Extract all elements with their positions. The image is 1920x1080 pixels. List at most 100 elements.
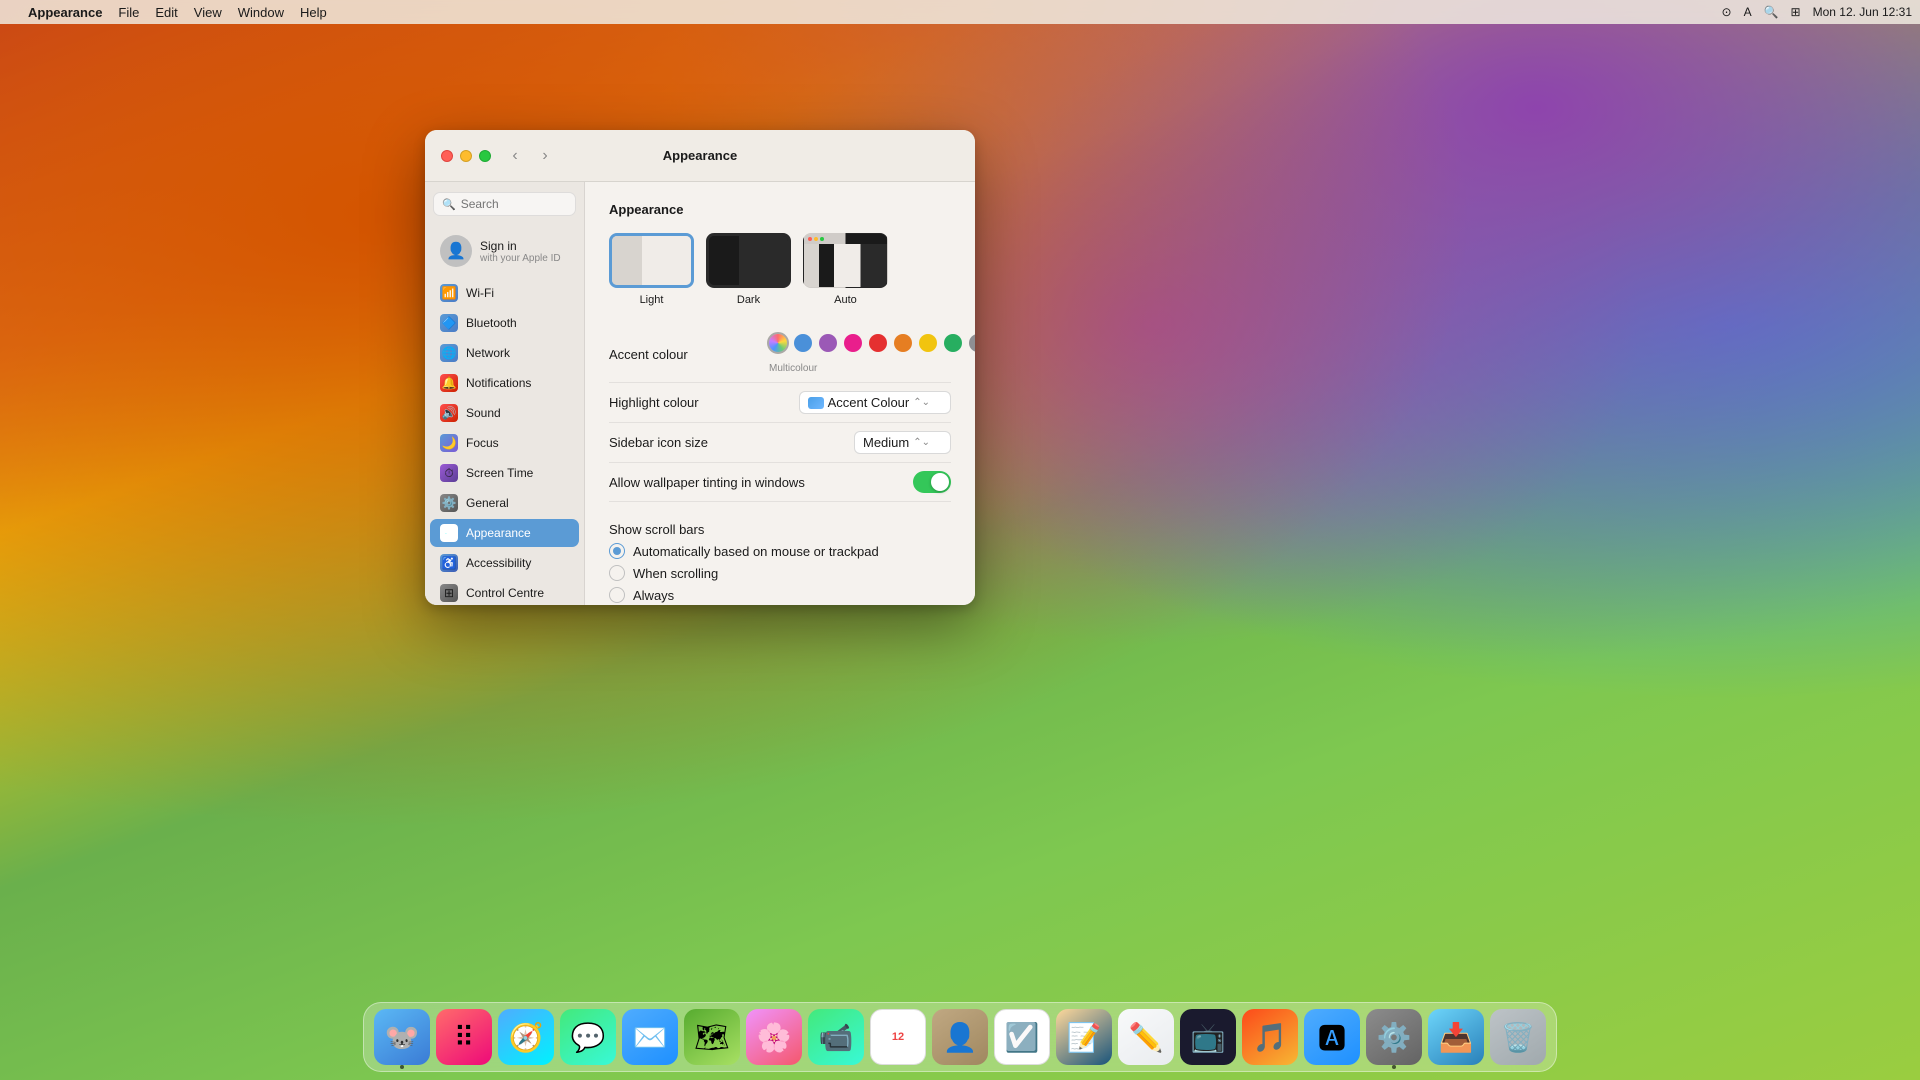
systemsettings-icon: ⚙️ <box>1377 1021 1412 1054</box>
sidebar-item-appearance[interactable]: 🎨 Appearance <box>430 519 579 547</box>
accent-green[interactable] <box>944 334 962 352</box>
menubar-file[interactable]: File <box>118 5 139 20</box>
sidebar-label-sound: Sound <box>466 406 501 420</box>
menubar-focus-icon[interactable]: ⊙ <box>1722 5 1732 19</box>
appearance-card-light[interactable]: Light <box>609 233 694 306</box>
trash-icon: 🗑️ <box>1501 1021 1536 1054</box>
color-dots <box>769 334 975 352</box>
highlight-colour-select[interactable]: Accent Colour ⌃⌄ <box>799 391 951 414</box>
menubar-app-name[interactable]: Appearance <box>28 5 102 20</box>
preview-dot-green-auto <box>820 237 824 241</box>
highlight-arrows: ⌃⌄ <box>913 397 930 408</box>
scroll-always-option[interactable]: Always <box>609 587 951 603</box>
sidebar-item-screentime[interactable]: ⏱ Screen Time <box>430 459 579 487</box>
dock-item-appletv[interactable]: 📺 <box>1180 1009 1236 1065</box>
sound-icon: 🔊 <box>440 404 458 422</box>
menubar-controlcenter-icon[interactable]: ⊞ <box>1791 5 1801 19</box>
size-arrows: ⌃⌄ <box>913 437 930 448</box>
preview-sidebar-dark <box>709 236 739 285</box>
dock-item-appstore[interactable]: 🅰 <box>1304 1009 1360 1065</box>
appearance-label-dark: Dark <box>737 294 760 306</box>
accent-pink[interactable] <box>844 334 862 352</box>
dock-item-freeform[interactable]: ✏️ <box>1118 1009 1174 1065</box>
dock-item-facetime[interactable]: 📹 <box>808 1009 864 1065</box>
appearance-settings: Appearance <box>585 182 975 605</box>
window-title: Appearance <box>663 148 737 163</box>
minimize-button[interactable] <box>460 150 472 162</box>
sidebar-item-controlcentre[interactable]: ⊞ Control Centre <box>430 579 579 605</box>
dock-item-finder[interactable]: 🐭 <box>374 1009 430 1065</box>
search-input[interactable] <box>461 197 567 211</box>
sidebar-label-focus: Focus <box>466 436 499 450</box>
search-box[interactable]: 🔍 <box>433 192 576 216</box>
sidebar-profile[interactable]: 👤 Sign in with your Apple ID <box>430 227 579 275</box>
wifi-icon: 📶 <box>440 284 458 302</box>
accent-orange[interactable] <box>894 334 912 352</box>
systemsettings-dot <box>1392 1065 1396 1069</box>
menubar-search-icon[interactable]: 🔍 <box>1764 5 1779 19</box>
airdrop-icon: 📥 <box>1439 1021 1474 1054</box>
dock-item-reminders[interactable]: ☑️ <box>994 1009 1050 1065</box>
menubar-left: Appearance File Edit View Window Help <box>8 5 327 20</box>
dock-item-music[interactable]: 🎵 <box>1242 1009 1298 1065</box>
dock-item-airdrop[interactable]: 📥 <box>1428 1009 1484 1065</box>
highlight-colour-row: Highlight colour Accent Colour ⌃⌄ <box>609 383 951 423</box>
dock-item-safari[interactable]: 🧭 <box>498 1009 554 1065</box>
close-button[interactable] <box>441 150 453 162</box>
accent-yellow[interactable] <box>919 334 937 352</box>
sidebar-item-bluetooth[interactable]: 🔷 Bluetooth <box>430 309 579 337</box>
wallpaper-tinting-toggle[interactable] <box>913 471 951 493</box>
dock-item-trash[interactable]: 🗑️ <box>1490 1009 1546 1065</box>
dock-item-notes[interactable]: 📝 <box>1056 1009 1112 1065</box>
facetime-icon: 📹 <box>819 1021 854 1054</box>
forward-button[interactable]: › <box>533 144 557 168</box>
sidebar-item-wifi[interactable]: 📶 Wi-Fi <box>430 279 579 307</box>
dock-item-mail[interactable]: ✉️ <box>622 1009 678 1065</box>
wallpaper-tinting-label: Allow wallpaper tinting in windows <box>609 475 805 490</box>
titlebar-nav: ‹ › <box>503 144 557 168</box>
appearance-card-dark[interactable]: Dark <box>706 233 791 306</box>
dock-item-messages[interactable]: 💬 <box>560 1009 616 1065</box>
menubar-edit[interactable]: Edit <box>155 5 177 20</box>
sidebar-item-notifications[interactable]: 🔔 Notifications <box>430 369 579 397</box>
scroll-bars-options: Automatically based on mouse or trackpad… <box>609 543 951 603</box>
sidebar-icon-size-select[interactable]: Medium ⌃⌄ <box>854 431 951 454</box>
sidebar-item-sound[interactable]: 🔊 Sound <box>430 399 579 427</box>
dock-item-contacts[interactable]: 👤 <box>932 1009 988 1065</box>
accent-colour-row: Accent colour Multicolour <box>609 326 951 383</box>
accent-red[interactable] <box>869 334 887 352</box>
back-button[interactable]: ‹ <box>503 144 527 168</box>
preview-sidebar-light <box>612 236 642 285</box>
menubar-datetime: Mon 12. Jun 12:31 <box>1813 5 1912 19</box>
scroll-bars-header: Show scroll bars <box>609 522 951 537</box>
appearance-card-auto[interactable]: Auto <box>803 233 888 306</box>
accent-blue[interactable] <box>794 334 812 352</box>
menubar-window[interactable]: Window <box>238 5 284 20</box>
maximize-button[interactable] <box>479 150 491 162</box>
dock-item-photos[interactable]: 🌸 <box>746 1009 802 1065</box>
dock-item-calendar[interactable]: 12 <box>870 1009 926 1065</box>
menubar-input-icon[interactable]: A <box>1744 5 1752 19</box>
titlebar: ‹ › Appearance <box>425 130 975 182</box>
wallpaper-tinting-control <box>913 471 951 493</box>
scroll-scrolling-option[interactable]: When scrolling <box>609 565 951 581</box>
menubar-view[interactable]: View <box>194 5 222 20</box>
scroll-auto-option[interactable]: Automatically based on mouse or trackpad <box>609 543 951 559</box>
sidebar-item-general[interactable]: ⚙️ General <box>430 489 579 517</box>
preview-main-auto <box>834 244 887 287</box>
sidebar-item-network[interactable]: 🌐 Network <box>430 339 579 367</box>
dock-item-launchpad[interactable]: ⠿ <box>436 1009 492 1065</box>
dock: 🐭 ⠿ 🧭 💬 ✉️ 🗺 🌸 📹 12 👤 ☑️ 📝 ✏️ 📺 🎵 � <box>363 1002 1557 1072</box>
contacts-icon: 👤 <box>943 1021 978 1054</box>
dock-item-systemsettings[interactable]: ⚙️ <box>1366 1009 1422 1065</box>
menubar-help[interactable]: Help <box>300 5 327 20</box>
safari-icon: 🧭 <box>509 1021 544 1054</box>
wallpaper-tinting-row: Allow wallpaper tinting in windows <box>609 463 951 502</box>
accent-graphite[interactable] <box>969 334 975 352</box>
scroll-bars-section: Show scroll bars Automatically based on … <box>609 502 951 605</box>
sidebar-item-focus[interactable]: 🌙 Focus <box>430 429 579 457</box>
dock-item-maps[interactable]: 🗺 <box>684 1009 740 1065</box>
accent-purple[interactable] <box>819 334 837 352</box>
sidebar-item-accessibility[interactable]: ♿ Accessibility <box>430 549 579 577</box>
accent-multicolour[interactable] <box>769 334 787 352</box>
